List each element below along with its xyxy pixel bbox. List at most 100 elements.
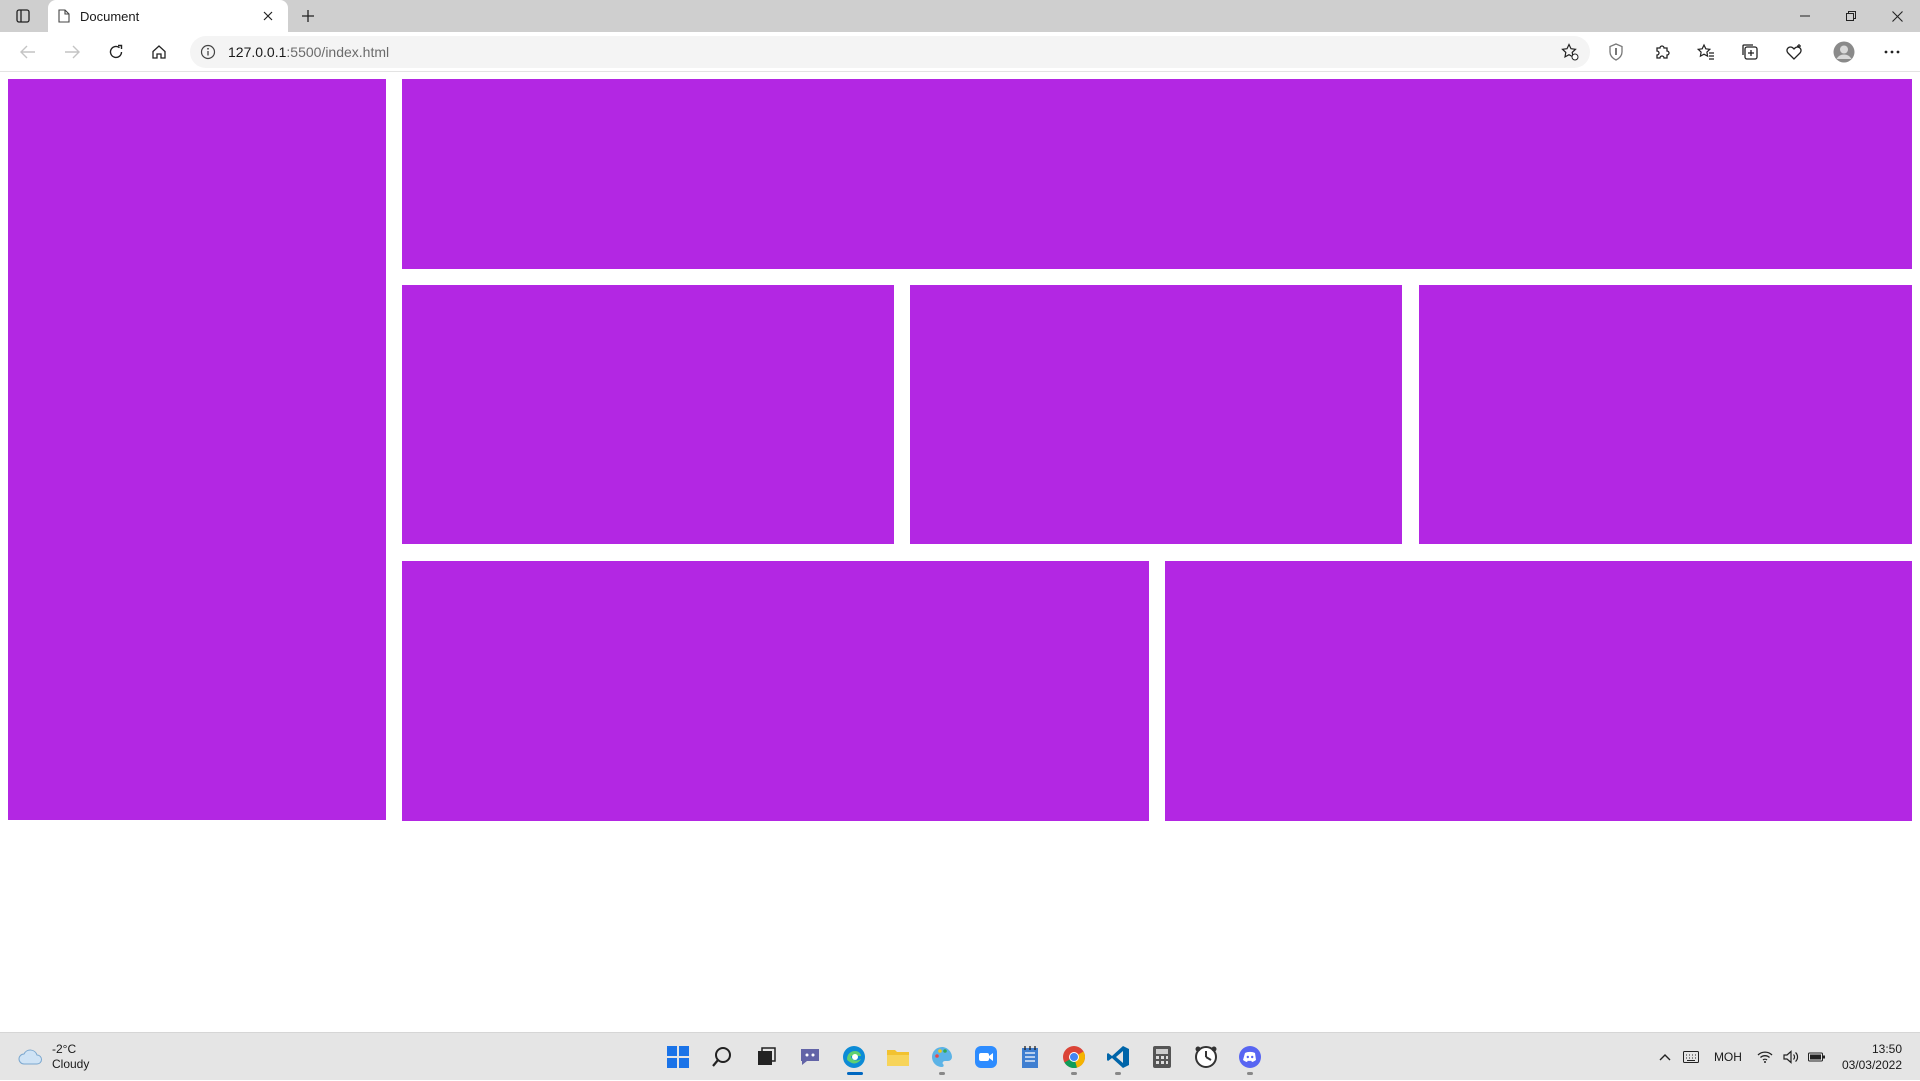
sidebar-box — [8, 79, 386, 820]
minimize-icon — [1800, 15, 1810, 17]
battery-button[interactable] — [1805, 1045, 1829, 1069]
clock-icon — [1195, 1046, 1217, 1068]
edge-icon — [843, 1046, 865, 1068]
collections-button[interactable] — [1734, 36, 1766, 68]
header-box — [402, 79, 1912, 269]
running-indicator — [1071, 1072, 1077, 1075]
notepad-icon — [1022, 1046, 1038, 1068]
restore-button[interactable] — [1828, 0, 1874, 32]
url-host: 127.0.0.1 — [228, 44, 287, 60]
speaker-icon — [1783, 1050, 1798, 1064]
close-icon — [263, 11, 273, 21]
tab-actions-icon — [16, 9, 30, 23]
vscode-icon — [1107, 1046, 1129, 1068]
weather-temperature: -2°C — [52, 1042, 77, 1056]
settings-more-button[interactable] — [1876, 36, 1908, 68]
notepad-button[interactable] — [1008, 1037, 1052, 1077]
back-arrow-icon — [20, 45, 35, 59]
browser-essentials-button[interactable] — [1600, 36, 1632, 68]
zoom-icon — [975, 1046, 997, 1068]
active-indicator — [847, 1072, 863, 1075]
avatar-icon — [1833, 41, 1855, 63]
site-info-icon — [200, 44, 216, 60]
taskbar: -2°C Cloudy MOH 13:50 03/03/2022 — [0, 1032, 1920, 1080]
home-icon — [152, 45, 166, 59]
browser-tab[interactable]: Document — [48, 0, 288, 32]
wifi-button[interactable] — [1753, 1045, 1777, 1069]
collections-icon — [1742, 44, 1758, 60]
task-view-icon — [758, 1047, 776, 1065]
puzzle-icon — [1656, 45, 1670, 59]
extensions-button[interactable] — [1646, 36, 1678, 68]
touch-keyboard-button[interactable] — [1679, 1045, 1703, 1069]
tab-actions-button[interactable] — [8, 4, 38, 28]
file-explorer-button[interactable] — [876, 1037, 920, 1077]
page-icon — [58, 9, 70, 23]
favorites-button[interactable] — [1690, 36, 1722, 68]
calculator-button[interactable] — [1140, 1037, 1184, 1077]
add-favorite-button[interactable] — [1554, 36, 1586, 68]
chrome-button[interactable] — [1052, 1037, 1096, 1077]
battery-icon — [1807, 1052, 1825, 1062]
clock-app-button[interactable] — [1184, 1037, 1228, 1077]
taskbar-apps — [656, 1037, 1272, 1077]
minimize-button[interactable] — [1782, 0, 1828, 32]
plus-icon — [302, 10, 314, 22]
forward-button[interactable] — [56, 36, 88, 68]
profile-button[interactable] — [1828, 36, 1860, 68]
start-icon — [667, 1046, 689, 1068]
performance-button[interactable] — [1778, 36, 1810, 68]
tab-title: Document — [80, 8, 140, 24]
calculator-icon — [1153, 1046, 1171, 1068]
file-explorer-icon — [887, 1050, 909, 1066]
close-window-button[interactable] — [1874, 0, 1920, 32]
weather-widget[interactable]: -2°C Cloudy — [18, 1041, 89, 1073]
tab-close-button[interactable] — [258, 6, 278, 26]
bottom-box-1 — [402, 561, 1149, 821]
cloud-icon — [18, 1049, 42, 1065]
task-view-button[interactable] — [744, 1037, 788, 1077]
close-window-icon — [1891, 10, 1903, 22]
vscode-button[interactable] — [1096, 1037, 1140, 1077]
system-tray: MOH 13:50 03/03/2022 — [1652, 1033, 1920, 1081]
volume-button[interactable] — [1779, 1045, 1803, 1069]
search-button[interactable] — [700, 1037, 744, 1077]
start-button[interactable] — [656, 1037, 700, 1077]
zoom-button[interactable] — [964, 1037, 1008, 1077]
star-add-icon — [1561, 43, 1579, 61]
edge-button[interactable] — [832, 1037, 876, 1077]
clock-date: 03/03/2022 — [1841, 1058, 1902, 1072]
middle-box-1 — [402, 285, 894, 544]
title-bar: Document — [0, 0, 1920, 32]
url-path: :5500/index.html — [286, 44, 390, 60]
browser-toolbar: 127.0.0.1:5500/index.html — [0, 32, 1920, 72]
show-hidden-icons-button[interactable] — [1653, 1045, 1677, 1069]
bottom-box-2 — [1165, 561, 1912, 821]
teams-icon — [801, 1049, 819, 1065]
forward-arrow-icon — [65, 45, 80, 59]
sparkle-heart-icon — [1786, 44, 1802, 60]
page-viewport — [0, 72, 1920, 1032]
clock-time: 13:50 — [1871, 1042, 1902, 1056]
weather-description: Cloudy — [52, 1057, 90, 1071]
shield-icon — [1609, 43, 1623, 61]
teams-chat-button[interactable] — [788, 1037, 832, 1077]
running-indicator — [939, 1072, 945, 1075]
address-bar[interactable]: 127.0.0.1:5500/index.html — [190, 36, 1590, 68]
refresh-button[interactable] — [100, 36, 132, 68]
new-tab-button[interactable] — [294, 4, 322, 28]
middle-box-3 — [1419, 285, 1912, 544]
chrome-icon — [1063, 1046, 1085, 1069]
discord-icon — [1239, 1046, 1261, 1068]
favorites-icon — [1697, 43, 1714, 60]
clock[interactable]: 13:50 03/03/2022 — [1842, 1041, 1902, 1073]
language-indicator[interactable]: MOH — [1714, 1050, 1742, 1064]
paint-icon — [932, 1047, 952, 1067]
paint-button[interactable] — [920, 1037, 964, 1077]
chevron-up-icon — [1659, 1054, 1671, 1061]
middle-box-2 — [910, 285, 1402, 544]
more-icon — [1884, 50, 1900, 54]
back-button[interactable] — [12, 36, 44, 68]
discord-button[interactable] — [1228, 1037, 1272, 1077]
home-button[interactable] — [143, 36, 175, 68]
